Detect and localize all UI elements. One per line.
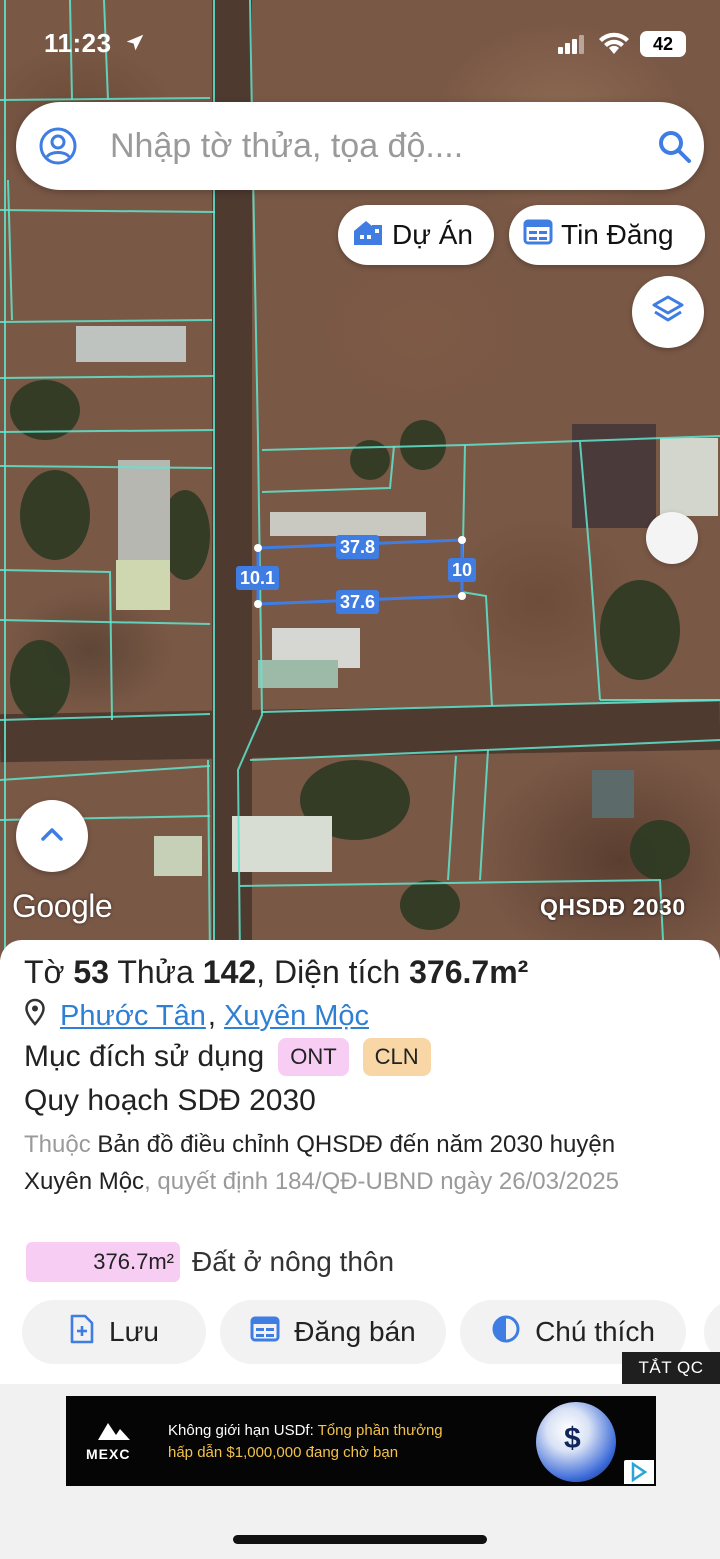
wifi-icon	[598, 32, 630, 61]
parcel-location: Phước Tân , Xuyên Mộc	[24, 998, 369, 1034]
tin-dang-label: Tin Đăng	[561, 219, 674, 250]
building-icon	[352, 217, 384, 254]
contrast-icon	[491, 1314, 521, 1351]
ad-headline-white: Không giới hạn USDf:	[168, 1422, 314, 1439]
chevron-up-icon	[39, 825, 65, 848]
post-for-sale-button[interactable]: Đăng bán	[220, 1300, 446, 1364]
location-separator: ,	[207, 999, 216, 1032]
sheet-label: Tờ	[24, 954, 65, 990]
dimension-bottom-label: 37.6	[336, 590, 380, 614]
cellular-signal-icon	[558, 34, 584, 59]
save-label: Lưu	[109, 1316, 159, 1347]
land-use-purpose: Mục đích sử dụng ONT CLN	[24, 1038, 431, 1076]
search-bar[interactable]	[16, 102, 704, 190]
du-an-label: Dự Án	[392, 219, 473, 250]
desc-suffix: , quyết định 184/QĐ-UBND ngày 26/03/2025	[144, 1168, 620, 1195]
map-drag-handle[interactable]	[646, 512, 698, 564]
parcel-title: Tờ 53 Thửa 142, Diện tích 376.7m²	[24, 954, 528, 991]
coin-symbol: $	[564, 1422, 581, 1455]
add-file-icon	[69, 1314, 95, 1351]
parcel-info-sheet: Tờ 53 Thửa 142, Diện tích 376.7m² Phước …	[0, 940, 720, 1384]
location-pin-icon	[24, 998, 46, 1034]
zone-area-row: 376.7m² Đất ở nông thôn	[26, 1242, 394, 1282]
plan-title: Quy hoạch SDĐ 2030	[24, 1084, 316, 1117]
location-arrow-icon	[124, 32, 146, 59]
ward-link[interactable]: Phước Tân	[60, 1000, 206, 1033]
district-link[interactable]: Xuyên Mộc	[224, 1000, 369, 1033]
expand-up-button[interactable]	[16, 800, 88, 872]
ad-text: Không giới hạn USDf: Tổng phần thưởng hấ…	[168, 1420, 508, 1464]
dimension-left-label: 10.1	[236, 566, 280, 590]
du-an-button[interactable]: Dự Án	[338, 205, 494, 265]
plot-number: 142	[202, 954, 257, 990]
ad-line2: hấp dẫn $1,000,000 đang chờ bạn	[168, 1444, 399, 1461]
desc-prefix: Thuộc	[24, 1131, 91, 1158]
battery-indicator: 42	[640, 31, 686, 57]
search-icon[interactable]	[656, 128, 694, 171]
area-value: 376.7m²	[409, 954, 529, 990]
satellite-map[interactable]: 37.8 10.1 10 37.6 11:23 42 Dự Án	[0, 0, 720, 960]
listing-icon	[250, 1315, 280, 1350]
coin-image: $	[536, 1402, 616, 1482]
status-bar: 11:23 42	[0, 28, 720, 64]
ad-headline-gold: Tổng phần thưởng	[313, 1422, 443, 1439]
account-icon[interactable]	[38, 126, 78, 171]
google-logo: Google	[12, 888, 113, 924]
purpose-badge-cln[interactable]: CLN	[362, 1038, 431, 1076]
map-layer-label: QHSDĐ 2030	[540, 894, 686, 920]
close-ad-button[interactable]: TẮT QC	[622, 1352, 720, 1384]
legend-label: Chú thích	[535, 1316, 655, 1347]
area-label: Diện tích	[273, 954, 401, 990]
action-bar: Lưu Đăng bán Chú thích	[22, 1300, 686, 1364]
status-time: 11:23	[44, 28, 112, 58]
dimension-top-label: 37.8	[336, 535, 380, 559]
ad-banner[interactable]: MEXC Không giới hạn USDf: Tổng phần thưở…	[66, 1396, 656, 1486]
adchoices-icon[interactable]	[624, 1460, 654, 1484]
home-indicator[interactable]	[233, 1535, 487, 1544]
ad-area: TẮT QC MEXC Không giới hạn USDf: Tổng ph…	[0, 1352, 720, 1559]
title-comma: ,	[256, 954, 266, 990]
plot-label: Thửa	[117, 954, 194, 990]
sheet-number: 53	[73, 954, 110, 990]
dimension-right-label: 10	[448, 558, 477, 582]
tin-dang-button[interactable]: Tin Đăng	[509, 205, 705, 265]
mexc-logo-icon	[96, 1420, 132, 1447]
purpose-label: Mục đích sử dụng	[24, 1040, 265, 1073]
layers-button[interactable]	[632, 276, 704, 348]
zone-area-bar: 376.7m²	[26, 1242, 180, 1282]
zone-name: Đất ở nông thôn	[192, 1246, 395, 1277]
post-label: Đăng bán	[294, 1316, 416, 1347]
layers-icon	[651, 293, 685, 332]
search-input[interactable]	[110, 120, 630, 172]
purpose-badge-ont[interactable]: ONT	[278, 1038, 349, 1076]
listing-icon	[523, 218, 553, 253]
save-button[interactable]: Lưu	[22, 1300, 206, 1364]
plan-description: Thuộc Bản đồ điều chỉnh QHSDĐ đến năm 20…	[24, 1126, 684, 1200]
ad-brand: MEXC	[86, 1446, 131, 1462]
